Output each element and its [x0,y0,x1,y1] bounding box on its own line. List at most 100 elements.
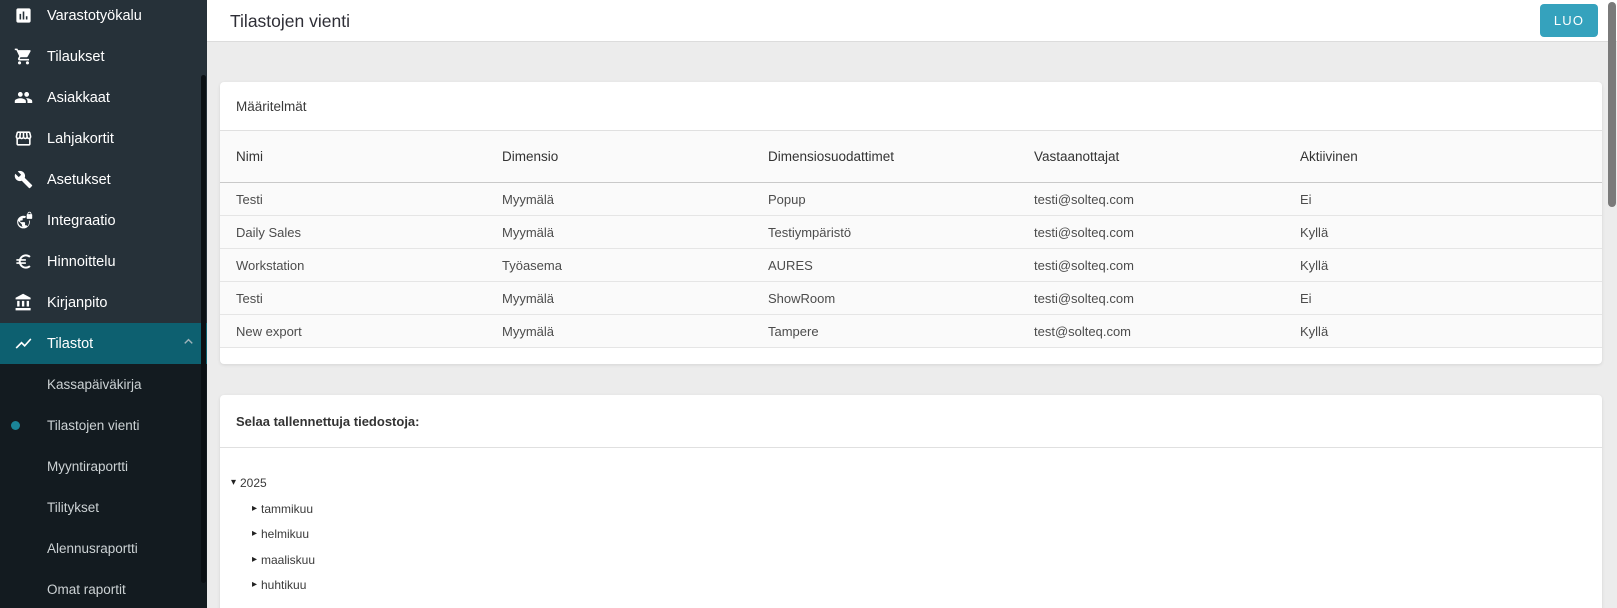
cell-dimensiosuodattimet: Tampere [752,324,1018,339]
cell-nimi: New export [220,324,486,339]
submenu-item-alennusraportti[interactable]: Alennusraportti [0,528,207,569]
cell-aktiivinen: Ei [1284,192,1550,207]
column-header-dimensio: Dimensio [486,149,752,164]
submenu-item-label: Tilastojen vienti [47,418,140,433]
cell-dimensio: Myymälä [486,291,752,306]
table-row[interactable]: New export Myymälä Tampere test@solteq.c… [220,315,1602,348]
people-icon [14,88,33,107]
definitions-table-header: Nimi Dimensio Dimensiosuodattimet Vastaa… [220,131,1602,183]
tree-month-label: helmikuu [261,527,309,541]
cell-nimi: Daily Sales [220,225,486,240]
tree-item-year[interactable]: ▾ 2025 [231,470,1602,496]
sidebar: Varastotyökalu Tilaukset Asiakkaat Lahja… [0,0,207,608]
triangle-down-icon: ▾ [231,478,240,488]
submenu-item-label: Alennusraportti [47,541,138,556]
sidebar-item-varastotyokalu[interactable]: Varastotyökalu [0,0,207,36]
sidebar-item-label: Tilaukset [47,49,104,65]
bank-icon [14,293,33,312]
giftcard-icon [14,129,33,148]
sidebar-item-lahjakortit[interactable]: Lahjakortit [0,118,207,159]
tree-item-month[interactable]: ▸ helmikuu [252,522,1602,548]
chevron-up-icon [180,333,197,354]
column-header-vastaanottajat: Vastaanottajat [1018,149,1284,164]
column-header-nimi: Nimi [220,149,486,164]
table-row[interactable]: Testi Myymälä Popup testi@solteq.com Ei [220,183,1602,216]
shopping-cart-icon [14,47,33,66]
sidebar-item-kirjanpito[interactable]: Kirjanpito [0,282,207,323]
submenu-item-kassapaivakirja[interactable]: Kassapäiväkirja [0,364,207,405]
cell-dimensio: Myymälä [486,225,752,240]
sidebar-item-label: Tilastot [47,336,93,352]
submenu-item-label: Omat raportit [47,582,126,597]
create-button[interactable]: LUO [1540,4,1598,37]
bar-chart-icon [14,6,33,25]
submenu-item-omat-raportit[interactable]: Omat raportit [0,569,207,608]
cell-vastaanottajat: testi@solteq.com [1018,291,1284,306]
cell-vastaanottajat: testi@solteq.com [1018,225,1284,240]
tree-item-month[interactable]: ▸ huhtikuu [252,573,1602,599]
tree-month-label: tammikuu [261,502,313,516]
main-content: Tilastojen vienti LUO Määritelmät Nimi D… [207,0,1617,608]
sidebar-item-label: Varastotyökalu [47,8,142,24]
wrench-icon [14,170,33,189]
sidebar-item-asetukset[interactable]: Asetukset [0,159,207,200]
sidebar-item-asiakkaat[interactable]: Asiakkaat [0,77,207,118]
tree-month-label: huhtikuu [261,578,306,592]
cell-dimensiosuodattimet: Testiympäristö [752,225,1018,240]
triangle-right-icon: ▸ [252,529,261,539]
cell-aktiivinen: Kyllä [1284,225,1550,240]
topbar: Tilastojen vienti LUO [207,0,1617,42]
cell-dimensiosuodattimet: AURES [752,258,1018,273]
cell-dimensio: Myymälä [486,192,752,207]
sidebar-scrollbar[interactable] [201,75,206,583]
saved-files-title: Selaa tallennettuja tiedostoja: [220,395,1602,448]
saved-files-card: Selaa tallennettuja tiedostoja: ▾ 2025 ▸… [220,395,1602,608]
cell-dimensiosuodattimet: ShowRoom [752,291,1018,306]
sidebar-item-label: Kirjanpito [47,295,107,311]
page-scrollbar[interactable] [1608,2,1616,207]
tree-month-label: maaliskuu [261,553,315,567]
sidebar-item-label: Lahjakortit [47,131,114,147]
cell-aktiivinen: Kyllä [1284,324,1550,339]
definitions-card: Määritelmät Nimi Dimensio Dimensiosuodat… [220,82,1602,364]
cell-vastaanottajat: testi@solteq.com [1018,258,1284,273]
cell-vastaanottajat: test@solteq.com [1018,324,1284,339]
triangle-right-icon: ▸ [252,504,261,514]
cell-vastaanottajat: testi@solteq.com [1018,192,1284,207]
sidebar-item-label: Hinnoittelu [47,254,116,270]
sidebar-item-tilaukset[interactable]: Tilaukset [0,36,207,77]
sidebar-item-label: Integraatio [47,213,116,229]
sidebar-item-label: Asiakkaat [47,90,110,106]
cell-dimensiosuodattimet: Popup [752,192,1018,207]
submenu-item-label: Tilitykset [47,500,99,515]
table-row[interactable]: Testi Myymälä ShowRoom testi@solteq.com … [220,282,1602,315]
sidebar-nav: Varastotyökalu Tilaukset Asiakkaat Lahja… [0,0,207,364]
triangle-right-icon: ▸ [252,555,261,565]
sidebar-item-hinnoittelu[interactable]: Hinnoittelu [0,241,207,282]
tree-item-month[interactable]: ▸ tammikuu [252,496,1602,522]
sidebar-item-tilastot[interactable]: Tilastot [0,323,207,364]
submenu-item-tilastojen-vienti[interactable]: Tilastojen vienti [0,405,207,446]
page-title: Tilastojen vienti [230,0,350,42]
tree-year-label: 2025 [240,476,267,490]
tree-item-month[interactable]: ▸ maaliskuu [252,547,1602,573]
triangle-right-icon: ▸ [252,580,261,590]
submenu-item-tilitykset[interactable]: Tilitykset [0,487,207,528]
table-row[interactable]: Workstation Työasema AURES testi@solteq.… [220,249,1602,282]
column-header-aktiivinen: Aktiivinen [1284,149,1550,164]
submenu-item-myyntiraportti[interactable]: Myyntiraportti [0,446,207,487]
euro-icon [14,252,33,271]
submenu-item-label: Kassapäiväkirja [47,377,142,392]
table-row[interactable]: Daily Sales Myymälä Testiympäristö testi… [220,216,1602,249]
active-item-dot [11,421,20,430]
column-header-dimensiosuodattimet: Dimensiosuodattimet [752,149,1018,164]
globe-lock-icon [14,211,33,230]
tilastot-submenu: Kassapäiväkirja Tilastojen vienti Myynti… [0,364,207,608]
sidebar-item-integraatio[interactable]: Integraatio [0,200,207,241]
cell-aktiivinen: Kyllä [1284,258,1550,273]
cell-dimensio: Myymälä [486,324,752,339]
trending-up-icon [14,334,33,353]
submenu-item-label: Myyntiraportti [47,459,128,474]
cell-aktiivinen: Ei [1284,291,1550,306]
files-tree: ▾ 2025 ▸ tammikuu ▸ helmikuu ▸ maaliskuu… [220,448,1602,598]
